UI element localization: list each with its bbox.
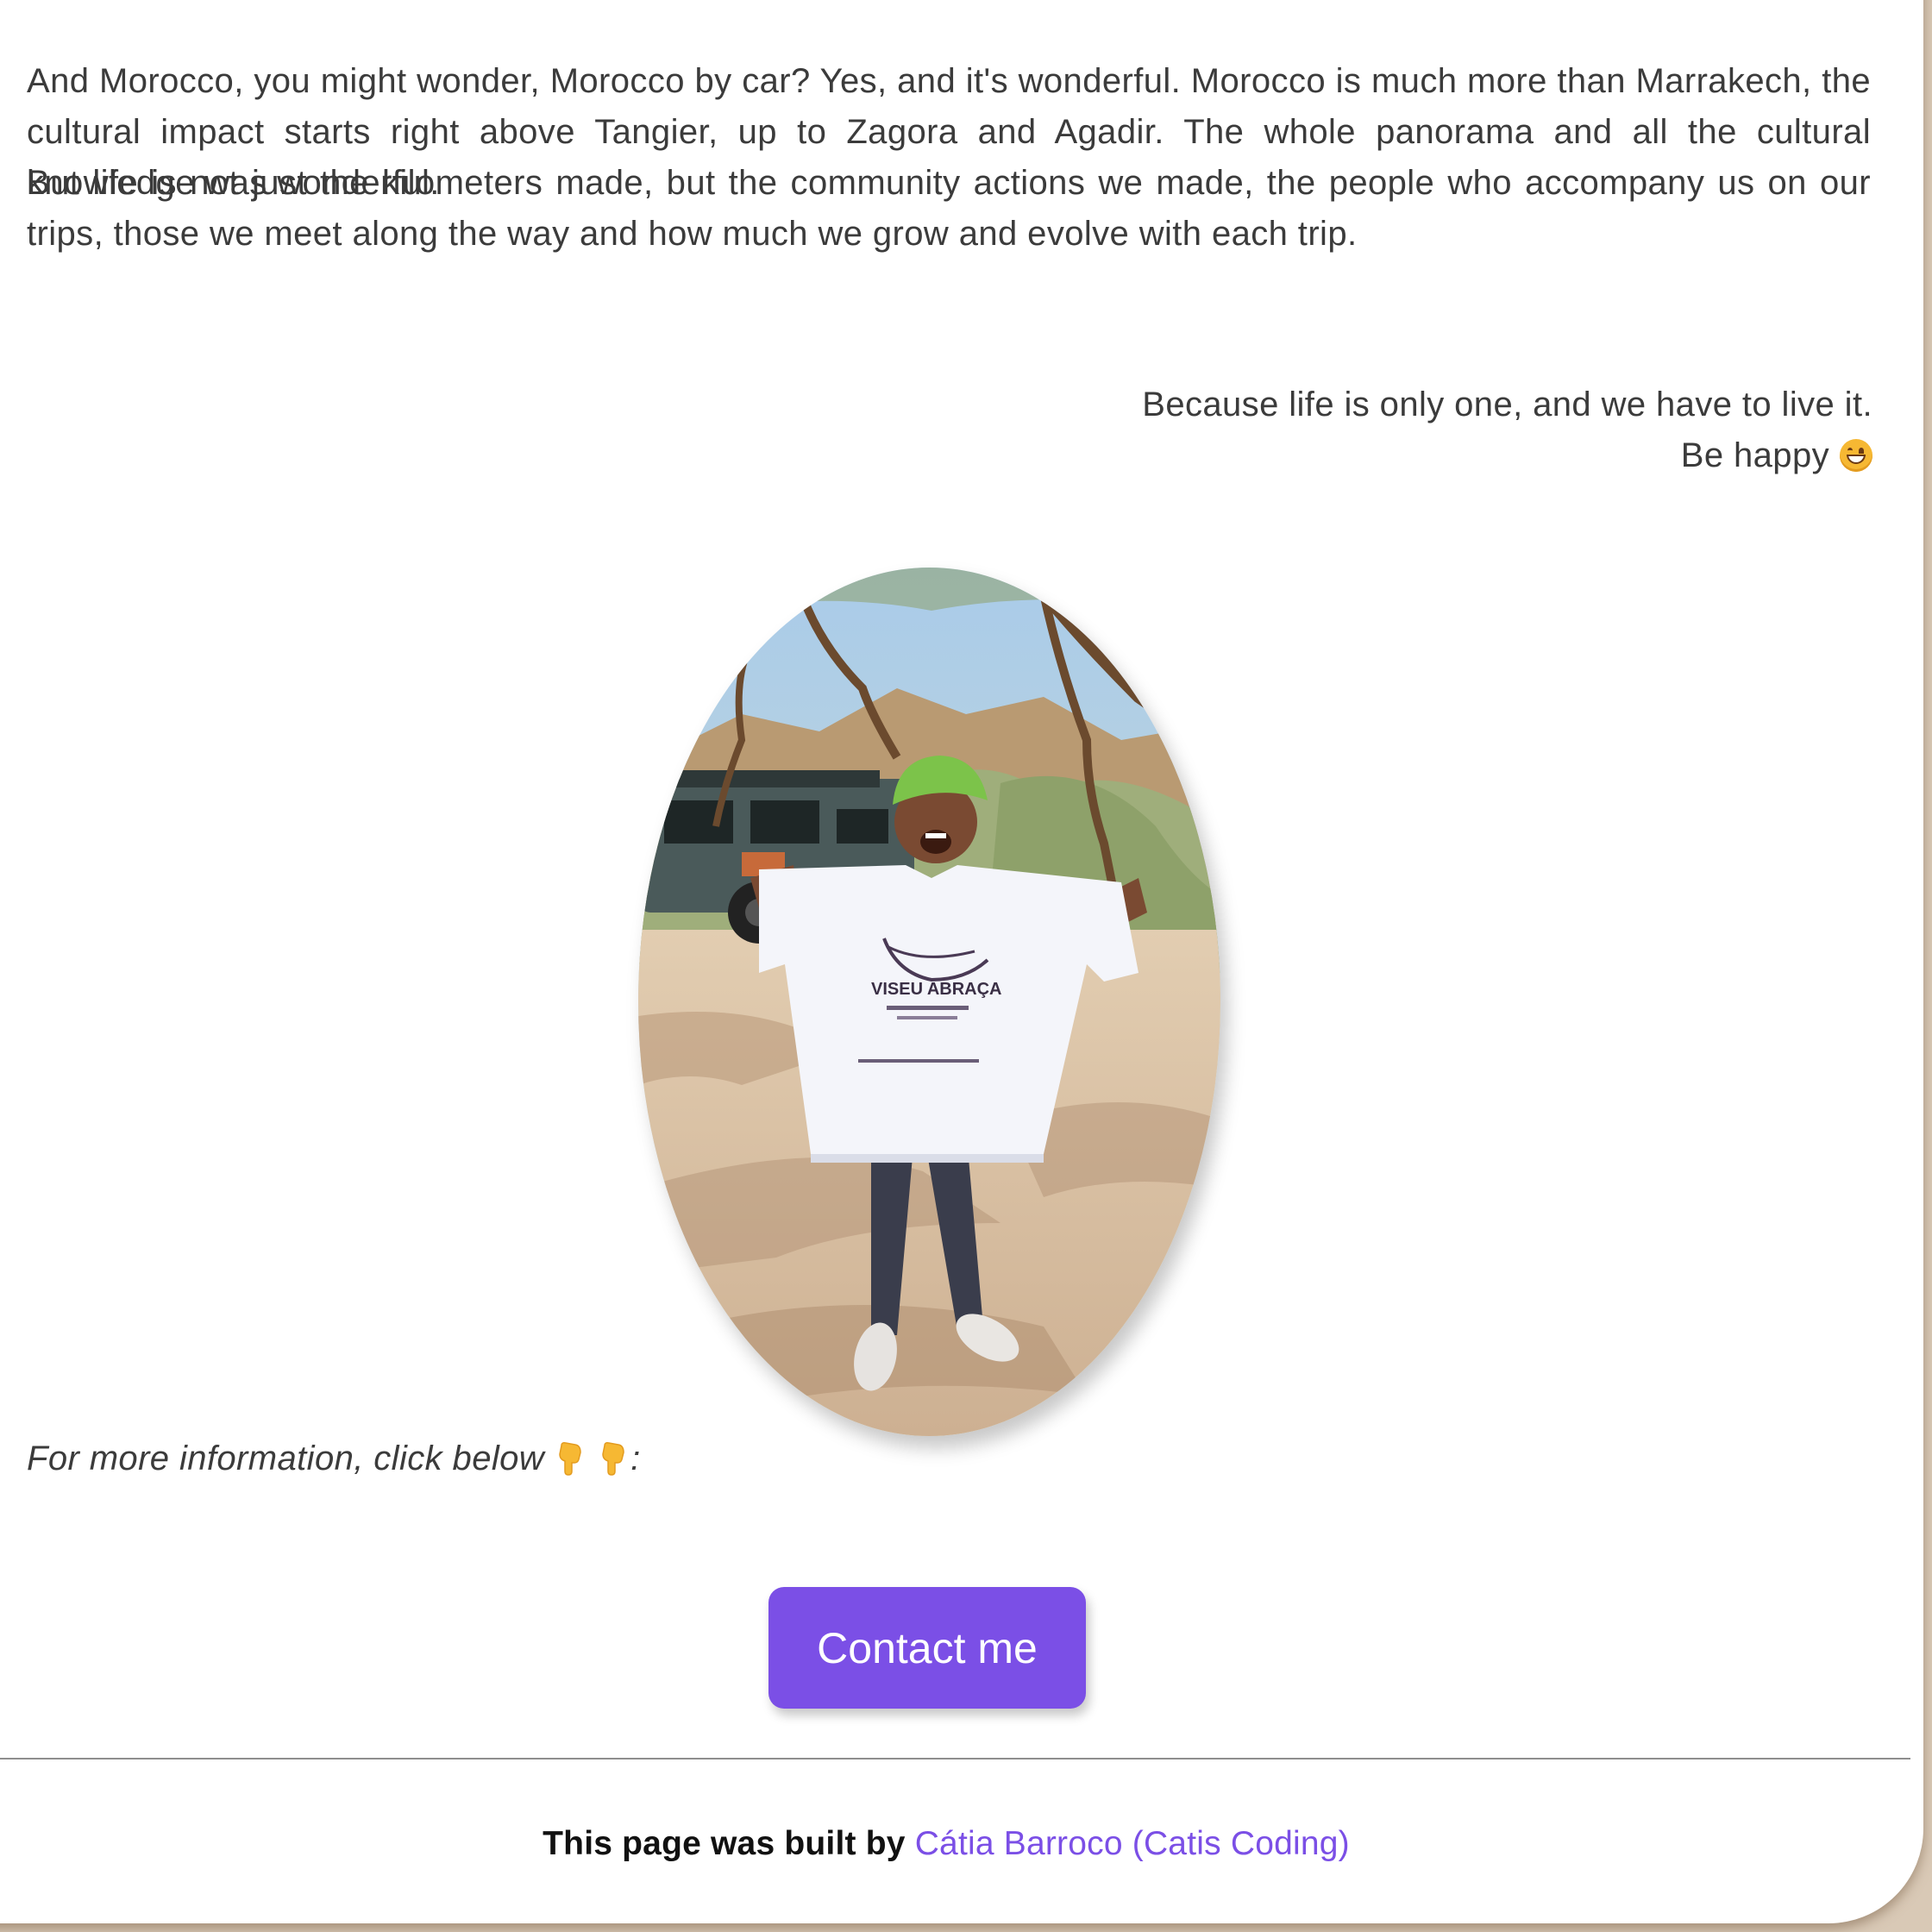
photo-scene: VISEU ABRAÇA bbox=[638, 568, 1220, 1436]
author-link[interactable]: Cátia Barroco (Catis Coding) bbox=[915, 1825, 1350, 1862]
pointing-down-icon bbox=[602, 1442, 624, 1476]
more-info-line: For more information, click below: bbox=[27, 1433, 641, 1484]
shirt-print: VISEU ABRAÇA bbox=[871, 980, 1002, 999]
story-paragraph-community: But life is not just the kilometers made… bbox=[27, 164, 1871, 253]
more-info-colon: : bbox=[630, 1440, 641, 1477]
oval-photo: VISEU ABRAÇA bbox=[638, 568, 1220, 1436]
closing-happy-text: Be happy bbox=[1680, 436, 1829, 474]
grinning-face-icon bbox=[1840, 439, 1872, 472]
closing-line-live: Because life is only one, and we have to… bbox=[1142, 386, 1872, 423]
footer-divider bbox=[0, 1758, 1910, 1760]
footer: This page was built by Cátia Barroco (Ca… bbox=[0, 1820, 1910, 1868]
contact-me-button[interactable]: Contact me bbox=[768, 1587, 1086, 1709]
closing-line-happy: Be happy bbox=[665, 430, 1872, 481]
footer-prefix: This page was built by bbox=[543, 1825, 906, 1862]
more-info-text: For more information, click below bbox=[27, 1440, 545, 1477]
pointing-down-icon bbox=[559, 1442, 581, 1476]
page-card: And Morocco, you might wonder, Morocco b… bbox=[0, 0, 1923, 1923]
